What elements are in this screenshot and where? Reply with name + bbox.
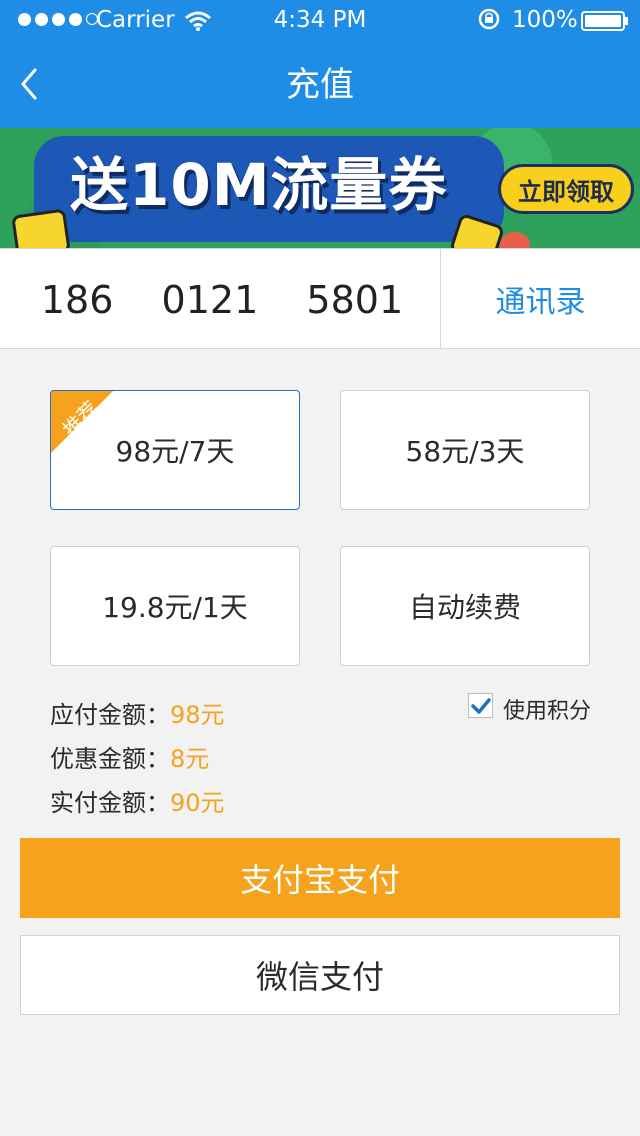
plan-label: 58元/3天 [405, 435, 525, 468]
decor-illustration [500, 232, 530, 248]
actual-amount: 实付金额：90元 [50, 783, 225, 818]
plan-label: 自动续费 [408, 591, 521, 624]
use-points-checkbox[interactable] [468, 693, 493, 718]
status-time: 4:34 PM [273, 7, 367, 33]
signal-icon [18, 13, 98, 26]
plan-option-58[interactable]: 58元/3天 [340, 390, 590, 510]
battery-percent: 100% [512, 7, 578, 33]
app-header: Carrier 4:34 PM 100% 充值 [0, 0, 640, 128]
plan-option-auto-renew[interactable]: 自动续费 [340, 546, 590, 666]
actual-value: 90元 [170, 789, 225, 817]
discount-value: 8元 [170, 745, 210, 773]
phone-number-input[interactable] [0, 249, 444, 351]
battery-icon [581, 11, 628, 31]
rotation-lock-icon [478, 8, 500, 30]
use-points-label: 使用积分 [503, 699, 592, 724]
status-bar: Carrier 4:34 PM 100% [0, 0, 640, 40]
plan-label: 98元/7天 [115, 435, 235, 468]
contacts-button[interactable]: 通讯录 [441, 249, 640, 349]
discount-amount: 优惠金额：8元 [50, 739, 209, 774]
wechat-pay-button[interactable]: 微信支付 [20, 935, 620, 1015]
plan-label: 19.8元/1天 [102, 591, 248, 624]
carrier-name: Carrier [96, 7, 175, 33]
payable-label: 应付金额： [50, 701, 170, 729]
check-icon [470, 697, 491, 714]
back-button[interactable] [14, 62, 44, 106]
plan-option-19-8[interactable]: 19.8元/1天 [50, 546, 300, 666]
actual-label: 实付金额： [50, 789, 170, 817]
discount-label: 优惠金额： [50, 745, 170, 773]
alipay-button[interactable]: 支付宝支付 [20, 838, 620, 918]
phone-row: 通讯录 [0, 248, 640, 351]
page-title: 充值 [286, 65, 354, 105]
claim-button[interactable]: 立即领取 [498, 164, 634, 214]
payable-amount: 应付金额：98元 [50, 695, 225, 730]
mascot-illustration [11, 208, 71, 248]
back-chevron-icon [21, 68, 37, 100]
banner-title: 送10M流量券 [70, 151, 448, 219]
wifi-icon [185, 11, 211, 31]
plan-option-98[interactable]: 推荐 98元/7天 [50, 390, 300, 510]
promo-banner[interactable]: 送10M流量券 立即领取 [0, 128, 640, 248]
payable-value: 98元 [170, 701, 225, 729]
